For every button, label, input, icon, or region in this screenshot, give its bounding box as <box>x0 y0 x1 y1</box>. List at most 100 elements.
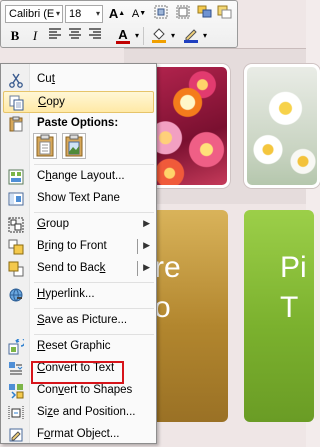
align-center-button[interactable] <box>65 27 85 45</box>
submenu-arrow-icon: ▶ <box>143 218 150 228</box>
split-divider <box>137 239 138 254</box>
smartart-shape-green[interactable]: Pi T <box>244 210 314 422</box>
shape-fill-button[interactable] <box>149 27 169 45</box>
font-color-dropdown[interactable]: ▾ <box>132 27 142 45</box>
menu-item-convert-to-text[interactable]: Convert to Text <box>3 358 154 380</box>
font-color-swatch <box>116 41 130 44</box>
paste-picture-button[interactable] <box>62 133 86 159</box>
menu-label-save-as-picture: Save as Picture... <box>37 314 128 326</box>
photo-daisies[interactable] <box>244 64 320 188</box>
pen-icon <box>184 29 198 43</box>
size-position-icon <box>8 405 24 421</box>
align-right-button[interactable] <box>85 27 105 45</box>
menu-separator <box>34 308 154 309</box>
text-pane-icon <box>8 191 24 207</box>
group-icon <box>8 217 24 233</box>
grow-font-glyph: A <box>108 6 119 21</box>
font-size-box[interactable]: 18 ▾ <box>65 5 103 23</box>
font-size-value: 18 <box>69 8 82 20</box>
align-left-icon <box>49 28 61 39</box>
menu-item-show-text-pane[interactable]: Show Text Pane <box>3 188 154 210</box>
menu-item-bring-to-front[interactable]: Bring to Front ▶ <box>3 236 154 258</box>
chevron-down-icon: ▾ <box>170 31 175 40</box>
shape-outline-dropdown[interactable]: ▾ <box>200 27 210 45</box>
menu-label-convert-to-text: Convert to Text <box>37 362 115 374</box>
menu-item-reset-graphic[interactable]: Reset Graphic <box>3 336 154 358</box>
menu-item-cut[interactable]: Cut <box>3 69 154 91</box>
paint-bucket-icon <box>152 28 166 43</box>
shrink-arrow-icon: ▼ <box>139 10 147 17</box>
arrange-button[interactable] <box>195 5 215 23</box>
menu-label-send-to-back: Send to Back <box>37 262 106 274</box>
font-color-button[interactable]: A <box>113 26 133 44</box>
menu-label-change-layout: Change Layout... <box>37 170 125 182</box>
menu-item-change-layout[interactable]: Change Layout... <box>3 166 154 188</box>
bring-front-icon <box>8 239 24 255</box>
format-painter-button[interactable] <box>173 5 193 23</box>
submenu-arrow-icon: ▶ <box>143 262 150 272</box>
menu-label-size-and-position: Size and Position... <box>37 406 136 418</box>
reset-graphic-icon <box>8 337 26 355</box>
chevron-down-icon: ▾ <box>134 31 139 40</box>
paste-clipboard-icon <box>36 134 54 157</box>
menu-item-convert-to-shapes[interactable]: Convert to Shapes <box>3 380 154 402</box>
green-shape-text: Pi T <box>280 251 307 324</box>
scissors-icon <box>8 72 24 88</box>
align-left-button[interactable] <box>45 27 65 45</box>
convert-text-icon <box>8 361 24 377</box>
shape-styles-button[interactable] <box>151 5 171 23</box>
copy-icon <box>9 95 25 111</box>
menu-item-copy[interactable]: Copy <box>3 91 154 113</box>
menu-item-size-and-position[interactable]: Size and Position... <box>3 402 154 424</box>
split-divider <box>137 261 138 276</box>
arrange-icon <box>197 5 212 18</box>
submenu-arrow-icon: ▶ <box>143 240 150 250</box>
format-object-icon <box>8 427 24 443</box>
menu-label-bring-to-front: Bring to Front <box>37 240 107 252</box>
menu-label-group: Group <box>37 218 69 230</box>
menu-label-format-object: Format Object... <box>37 428 120 440</box>
slide-top-edge <box>124 48 306 49</box>
mini-toolbar: Calibri (E ▾ 18 ▾ A▲ A▼ B I A ▾ ▾ ▾ <box>0 0 238 48</box>
shrink-font-button[interactable]: A▼ <box>129 5 149 23</box>
font-name-value: Calibri (E <box>9 8 55 20</box>
bold-button[interactable]: B <box>5 27 25 45</box>
italic-button[interactable]: I <box>25 27 45 45</box>
convert-shapes-icon <box>8 383 24 399</box>
menu-label-hyperlink: Hyperlink... <box>37 288 95 300</box>
font-name-box[interactable]: Calibri (E ▾ <box>5 5 63 23</box>
menu-separator <box>34 282 154 283</box>
menu-item-group[interactable]: Group ▶ <box>3 214 154 236</box>
font-color-glyph: A <box>118 27 128 42</box>
smartart-shape-gold[interactable]: re o <box>150 210 228 422</box>
menu-item-format-object[interactable]: Format Object... <box>3 424 154 446</box>
menu-separator <box>34 212 154 213</box>
hyperlink-icon <box>8 287 24 303</box>
grid-icon <box>154 5 168 19</box>
shape-fill-dropdown[interactable]: ▾ <box>168 27 178 45</box>
quick-styles-button[interactable] <box>215 5 235 23</box>
menu-item-hyperlink[interactable]: Hyperlink... <box>3 284 154 306</box>
paste-options-header: Paste Options: <box>37 117 119 129</box>
menu-item-save-as-picture[interactable]: Save as Picture... <box>3 310 154 332</box>
menu-label-show-text-pane: Show Text Pane <box>37 192 120 204</box>
change-layout-icon <box>8 169 24 185</box>
select-icon <box>176 5 190 19</box>
chevron-down-icon: ▾ <box>55 9 60 18</box>
grow-arrow-icon: ▲ <box>118 10 126 17</box>
quick-styles-icon <box>217 5 232 19</box>
clipboard-icon <box>8 116 24 132</box>
menu-item-send-to-back[interactable]: Send to Back ▶ <box>3 258 154 280</box>
paste-keep-text-button[interactable] <box>33 133 57 159</box>
menu-separator <box>34 334 154 335</box>
menu-label-reset-graphic: Reset Graphic <box>37 340 111 352</box>
send-back-icon <box>8 261 24 277</box>
align-center-icon <box>69 28 81 39</box>
grow-font-button[interactable]: A▲ <box>107 5 127 23</box>
menu-label-copy: Copy <box>38 96 65 108</box>
menu-separator <box>34 164 154 165</box>
chevron-down-icon: ▾ <box>95 9 100 18</box>
align-right-icon <box>89 28 101 39</box>
paste-picture-icon <box>65 134 83 157</box>
shape-outline-button[interactable] <box>181 27 201 45</box>
